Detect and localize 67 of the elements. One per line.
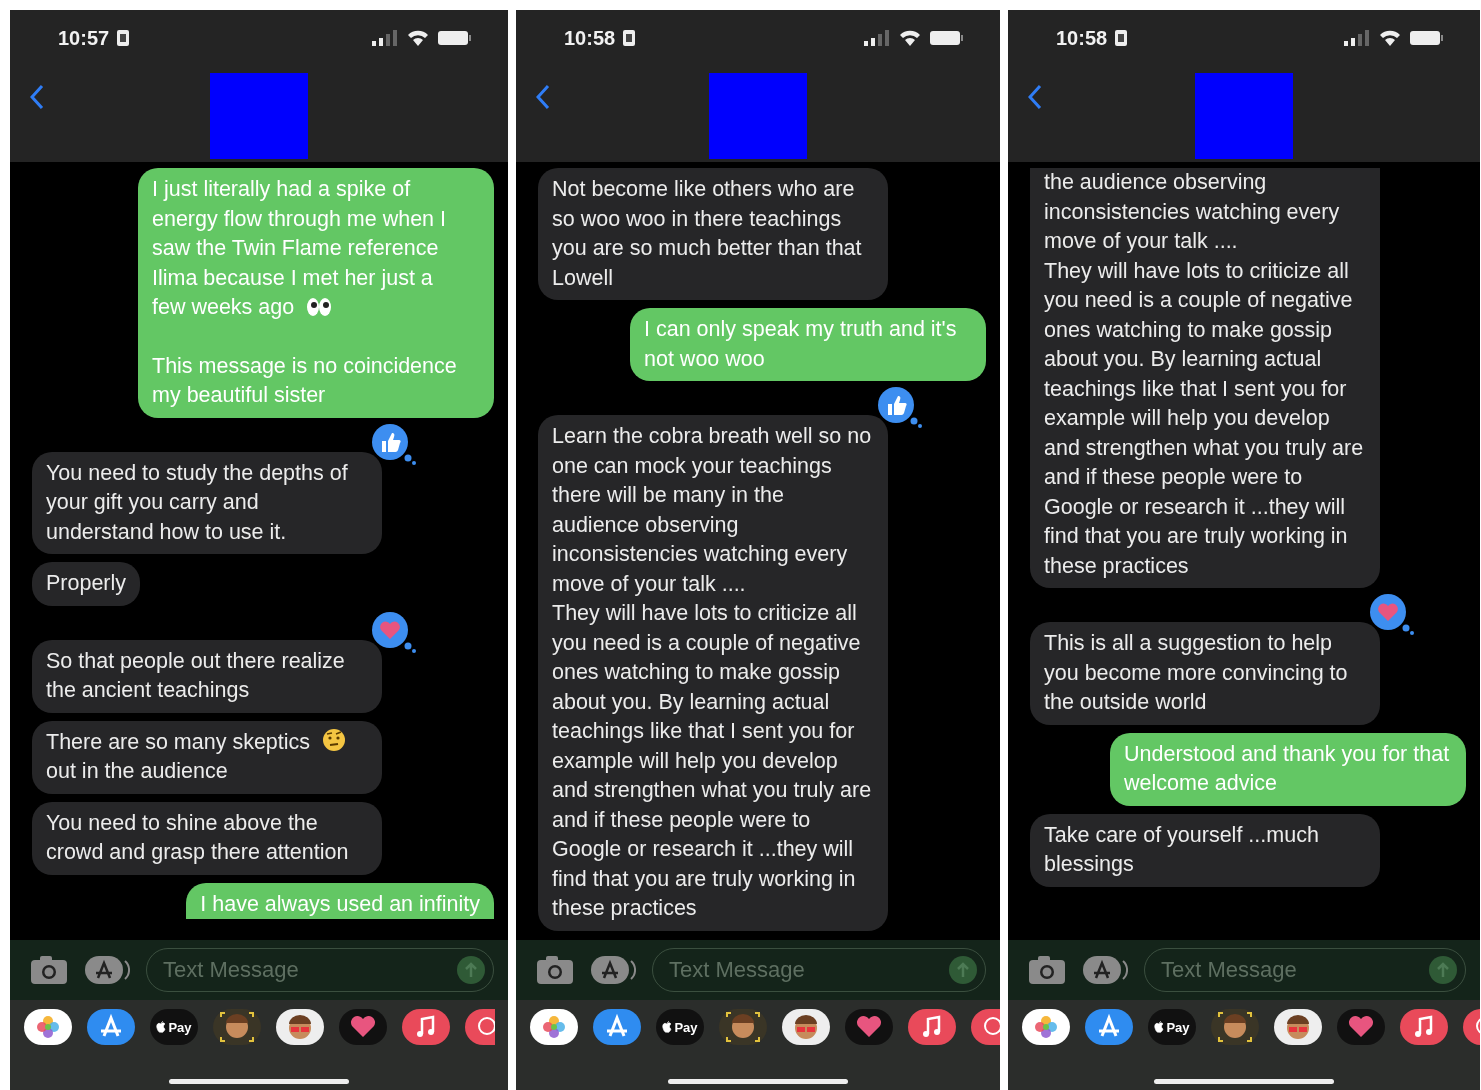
message-text: out in the audience: [46, 759, 228, 783]
sim-card-icon: [117, 30, 130, 46]
wifi-icon: [1378, 29, 1402, 47]
status-time: 10:58: [1056, 26, 1108, 50]
pay-app-button[interactable]: Pay: [656, 1009, 704, 1045]
pay-app-button[interactable]: Pay: [1148, 1009, 1196, 1045]
status-time: 10:58: [564, 26, 616, 50]
apple-logo-icon: [1154, 1021, 1165, 1033]
wifi-icon: [898, 29, 922, 47]
app-store-icon[interactable]: [87, 1009, 135, 1045]
status-time: 10:57: [58, 26, 110, 50]
apple-logo-icon: [156, 1021, 167, 1033]
music-note-icon[interactable]: [908, 1009, 956, 1045]
back-chevron-icon[interactable]: [536, 84, 550, 110]
heart-app-icon[interactable]: [845, 1009, 893, 1045]
message-text: I can only speak my truth and it's not woo woo: [644, 317, 957, 371]
avatar-face-icon[interactable]: [719, 1009, 767, 1045]
raised-eyebrow-face-icon: [322, 727, 347, 752]
apple-logo-icon: [662, 1021, 673, 1033]
avatar-sticker-icon[interactable]: [276, 1009, 324, 1045]
music-note-icon[interactable]: [1400, 1009, 1448, 1045]
back-chevron-icon[interactable]: [1028, 84, 1042, 110]
camera-icon[interactable]: [536, 955, 574, 985]
message-text: the audience observing inconsistencies watching every move of your talk .... They will have lots to criticize all you need is a couple of negative ones watching to make gossip about you. By learning actual teachings like that I sent you for example will help you develop and strengthen what you truly are and if these people were to Google or research it ...they will find that you are truly working in these practices: [1044, 170, 1364, 578]
message-text: This is all a suggestion to help you become more convincing to the outside world: [1044, 631, 1348, 714]
sim-card-icon: [1115, 30, 1128, 46]
signal-icon: [1344, 30, 1370, 46]
avatar-face-icon[interactable]: [1211, 1009, 1259, 1045]
message-text: Learn the cobra breath well so no one can mock your teachings there will be many in the audience observing inconsistencies watching every move of your talk .... They will have lots to criticize all you need is a couple of negative ones watching to make gossip about you. By learning actual teachings like that I sent you for example will help you develop and strengthen what you truly are and if these people were to Google or research it ...they will find that you are truly working in these practices: [552, 424, 872, 920]
battery-icon: [1410, 30, 1444, 46]
heart-app-icon[interactable]: [339, 1009, 387, 1045]
flower-app-icon[interactable]: [530, 1009, 578, 1045]
music-note-icon[interactable]: [402, 1009, 450, 1045]
pay-app-button[interactable]: Pay: [150, 1009, 198, 1045]
message-text: I have always used an infinity: [200, 891, 480, 916]
battery-icon: [930, 30, 964, 46]
signal-icon: [864, 30, 890, 46]
message-text: This message is no coincidence my beautiful sister: [152, 353, 457, 407]
message-text: You need to study the depths of your gift you carry and understand how to use it.: [46, 460, 348, 544]
flower-app-icon[interactable]: [24, 1009, 72, 1045]
heart-reaction-icon: [370, 609, 418, 654]
sim-card-icon: [623, 30, 636, 46]
message-text: Properly: [46, 571, 127, 595]
message-text: So that people out there realize the ancient teachings: [46, 648, 345, 702]
thumbs-up-reaction-icon: [370, 421, 418, 466]
message-text: Not become like others who are so woo woo in there teachings you are so much better than that Lowell: [552, 177, 862, 290]
flower-app-icon[interactable]: [1022, 1009, 1070, 1045]
heart-reaction-icon: [1368, 592, 1416, 636]
eyes-icon: [306, 297, 333, 317]
message-text: You need to shine above the crowd and grasp there attention: [46, 810, 349, 864]
app-store-icon[interactable]: [1085, 1009, 1133, 1045]
battery-icon: [438, 30, 472, 46]
signal-icon: [372, 30, 398, 46]
heart-app-icon[interactable]: [1337, 1009, 1385, 1045]
message-text: Take care of yourself ...much blessings: [1044, 822, 1319, 876]
thumbs-up-reaction-icon: [876, 385, 924, 429]
avatar-sticker-icon[interactable]: [1274, 1009, 1322, 1045]
wifi-icon: [406, 29, 430, 47]
message-text: few weeks ago: [152, 295, 295, 319]
avatar-face-icon[interactable]: [213, 1009, 261, 1045]
camera-icon[interactable]: [1028, 955, 1066, 985]
app-store-icon[interactable]: [593, 1009, 641, 1045]
camera-icon[interactable]: [30, 955, 68, 985]
avatar-sticker-icon[interactable]: [782, 1009, 830, 1045]
back-chevron-icon[interactable]: [30, 84, 44, 110]
message-text: Understood and thank you for that welcome advice: [1124, 741, 1450, 795]
message-text: There are so many skeptics: [46, 729, 311, 754]
